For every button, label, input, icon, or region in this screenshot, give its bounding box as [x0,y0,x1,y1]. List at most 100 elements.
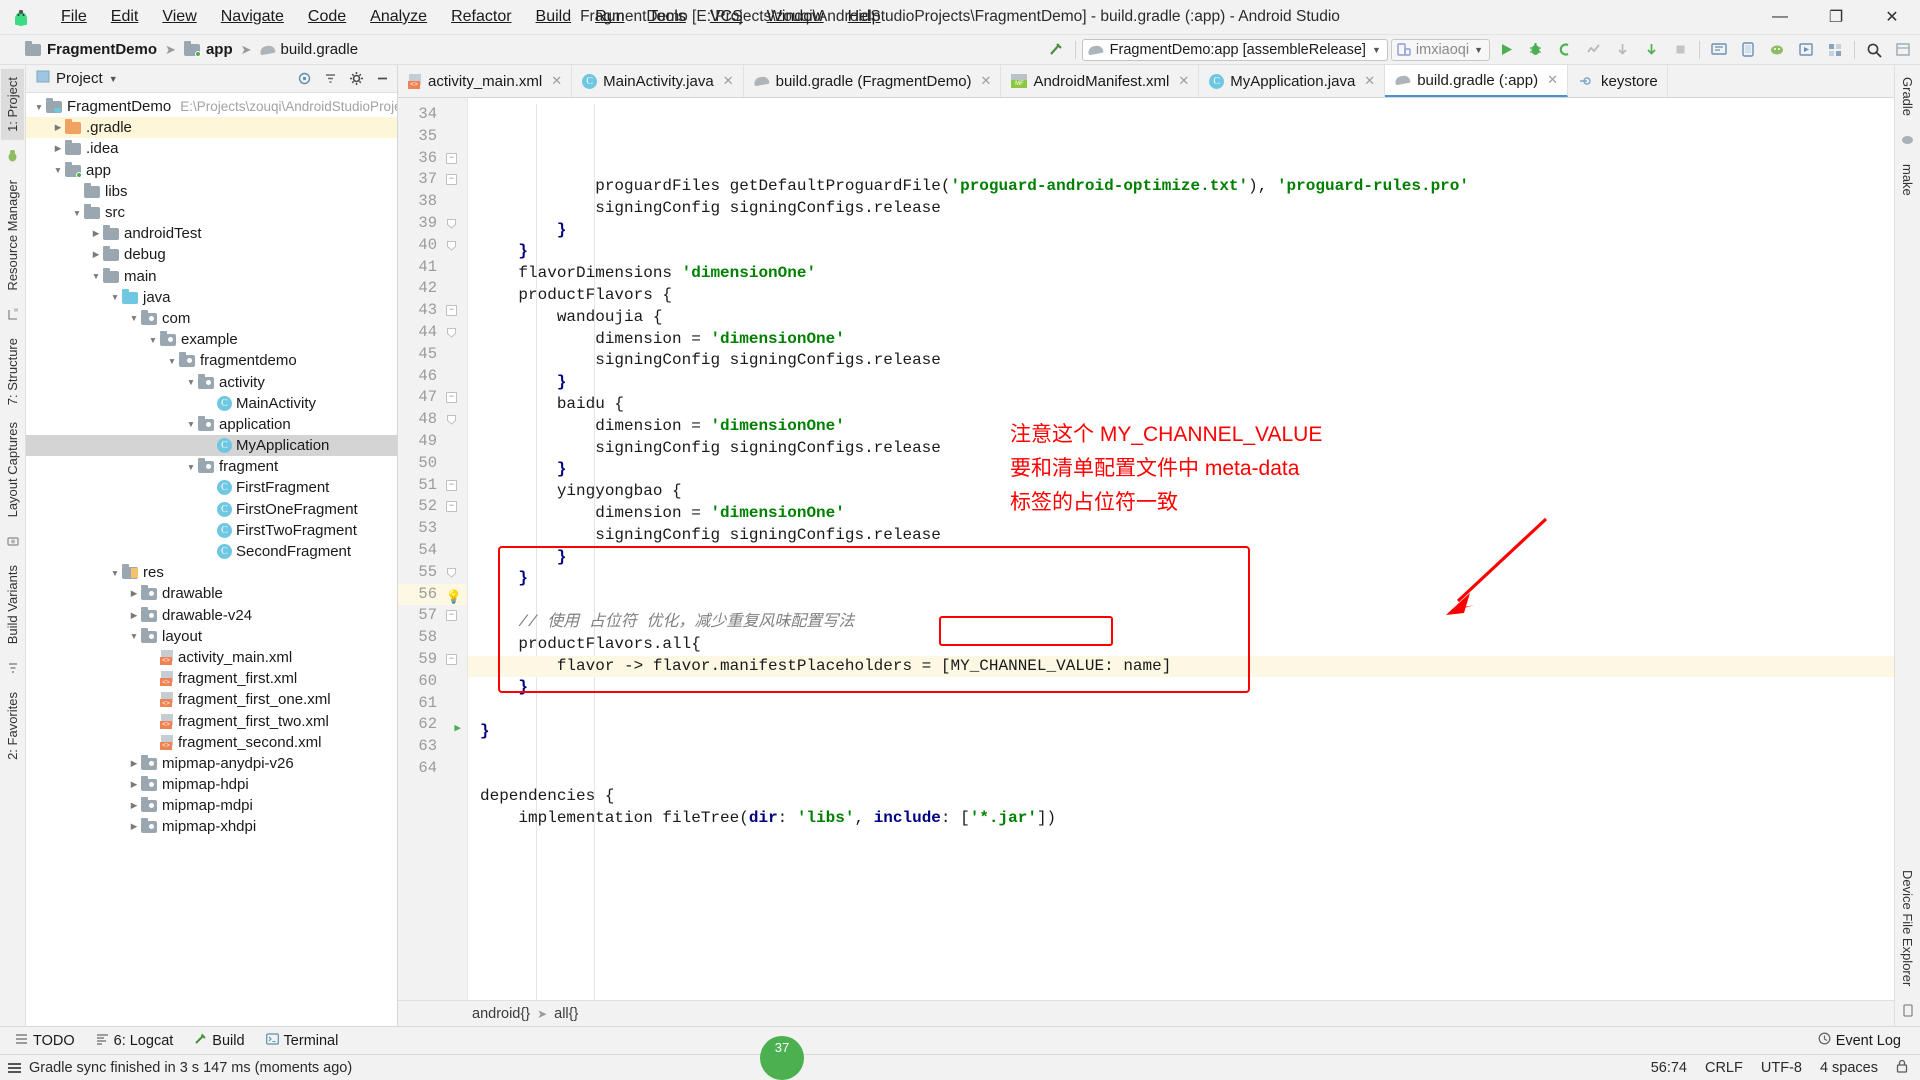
menu-window[interactable]: Window [756,5,835,29]
sync-gradle-icon[interactable] [1764,38,1790,62]
line-separator[interactable]: CRLF [1705,1060,1743,1076]
tree-node-layout[interactable]: ▼ layout [26,626,397,647]
tree-node-fragment-first-xml[interactable]: <> fragment_first.xml [26,668,397,689]
rail-tab-gradle[interactable]: Gradle [1896,69,1919,124]
menu-help[interactable]: Help [837,5,892,29]
lock-icon[interactable] [1896,1059,1908,1077]
tree-node-drawable-v24[interactable]: ▶ drawable-v24 [26,605,397,626]
tree-node--gradle[interactable]: ▶ .gradle [26,117,397,139]
tool-button-terminal[interactable]: Terminal [257,1030,348,1052]
chevron-right-icon[interactable]: ▶ [127,610,141,621]
hamburger-icon[interactable] [8,1062,21,1073]
rail-tab-make[interactable]: make [1896,156,1919,204]
line-number-42[interactable]: 42 [398,278,467,300]
tree-node-mipmap-anydpi-v26[interactable]: ▶ mipmap-anydpi-v26 [26,753,397,774]
code-line-35[interactable]: signingConfig signingConfigs.release [468,198,1894,220]
menu-navigate[interactable]: Navigate [210,5,295,29]
layout-inspector-icon[interactable] [1890,38,1916,62]
chevron-right-icon[interactable]: ▶ [89,249,103,260]
code-line-52[interactable]: } [468,568,1894,590]
menu-build[interactable]: Build [525,5,583,29]
tree-node-example[interactable]: ▼ example [26,329,397,350]
code-line-38[interactable]: flavorDimensions 'dimensionOne' [468,263,1894,285]
tree-node-fragment-first-two-xml[interactable]: <> fragment_first_two.xml [26,710,397,731]
line-number-56[interactable]: 56 💡 [398,583,467,606]
chevron-down-icon[interactable]: ▼ [89,271,103,281]
menu-bar[interactable]: File Edit View Navigate Code Analyze Ref… [50,5,892,29]
structure-crumb-all[interactable]: all{} [554,1006,578,1022]
fold-collapse-icon[interactable]: − [446,479,457,491]
line-number-61[interactable]: 61 [398,693,467,715]
code-line-56[interactable]: flavor -> flavor.manifestPlaceholders = … [468,655,1894,678]
avd-manager-icon[interactable] [1735,38,1761,62]
tree-node-libs[interactable]: libs [26,181,397,202]
tree-node-mainactivity[interactable]: C MainActivity [26,393,397,414]
rail-tab-project[interactable]: 1: Project [1,69,24,140]
line-number-59[interactable]: 59− [398,649,467,671]
breadcrumb-item-file[interactable]: build.gradle [257,40,362,59]
code-line-53[interactable] [468,590,1894,612]
structure-crumb-android[interactable]: android{} [472,1006,530,1022]
tree-node-fragment-second-xml[interactable]: <> fragment_second.xml [26,732,397,753]
editor-tab-build-gradle-fragmentdemo-[interactable]: build.gradle (FragmentDemo) ✕ [743,65,1002,97]
device-selector[interactable]: imxiaoqi ▼ [1390,38,1490,61]
menu-analyze[interactable]: Analyze [359,5,438,29]
fold-collapse-icon[interactable]: − [446,392,457,404]
chevron-right-icon[interactable]: ▶ [89,228,103,239]
tree-node-drawable[interactable]: ▶ drawable [26,583,397,604]
close-icon[interactable]: ✕ [551,73,562,89]
line-number-51[interactable]: 51− [398,475,467,497]
code-line-59[interactable]: } [468,721,1894,743]
stop-button[interactable] [1667,38,1693,62]
file-encoding[interactable]: UTF-8 [1761,1060,1802,1076]
tree-node-androidtest[interactable]: ▶ androidTest [26,223,397,244]
rail-tab-build-variants[interactable]: Build Variants [1,557,24,652]
locate-file-icon[interactable] [293,69,315,89]
code-line-37[interactable]: } [468,241,1894,263]
rail-tab-device-file-explorer[interactable]: Device File Explorer [1896,862,1919,994]
line-number-62[interactable]: 62 ▶ [398,714,467,736]
fold-region-icon[interactable] [446,414,457,425]
tree-node-myapplication[interactable]: C MyApplication [26,435,397,457]
tree-node--idea[interactable]: ▶ .idea [26,138,397,159]
editor-gutter[interactable]: 34 35 36−37−38 39 40 41 42 43−44 45 46 47−48 49 50 51… [398,98,468,1000]
fold-region-icon[interactable] [446,327,457,338]
tree-node-mipmap-xhdpi[interactable]: ▶ mipmap-xhdpi [26,816,397,837]
code-line-50[interactable]: signingConfig signingConfigs.release [468,525,1894,547]
tool-button-event-log[interactable]: Event Log [1809,1029,1910,1052]
chevron-right-icon[interactable]: ▶ [127,800,141,811]
tree-node-fragmentdemo[interactable]: ▼ fragmentdemo [26,350,397,371]
tree-node-firstonefragment[interactable]: C FirstOneFragment [26,499,397,520]
tree-node-application[interactable]: ▼ application [26,414,397,435]
line-number-43[interactable]: 43− [398,300,467,322]
tree-node-firstfragment[interactable]: C FirstFragment [26,477,397,498]
close-icon[interactable]: ✕ [1178,73,1189,89]
line-number-55[interactable]: 55 [398,562,467,584]
code-line-42[interactable]: signingConfig signingConfigs.release [468,350,1894,372]
chevron-down-icon[interactable]: ▼ [184,419,198,429]
close-icon[interactable]: ✕ [723,73,734,89]
project-panel-title-group[interactable]: Project ▼ [36,70,118,87]
attach-debugger-button[interactable] [1551,38,1577,62]
code-line-57[interactable]: } [468,677,1894,699]
project-tree[interactable]: ▼ FragmentDemo E:\Projects\zouqi\AndroidSt… [26,93,397,1026]
fold-collapse-icon[interactable]: − [446,152,457,164]
close-icon[interactable]: ✕ [1547,72,1558,88]
tree-node-fragmentdemo[interactable]: ▼ FragmentDemo E:\Projects\zouqi\AndroidSt… [26,96,397,117]
menu-view[interactable]: View [151,5,207,29]
chevron-down-icon[interactable]: ▼ [108,292,122,302]
maximize-button[interactable]: ❐ [1808,0,1864,35]
line-number-45[interactable]: 45 [398,344,467,366]
menu-code[interactable]: Code [297,5,357,29]
debug-button[interactable] [1522,38,1548,62]
chevron-right-icon[interactable]: ▶ [127,821,141,832]
fold-collapse-icon[interactable]: − [446,305,457,317]
close-icon[interactable]: ✕ [981,73,992,89]
chevron-down-icon[interactable]: ▼ [32,102,46,112]
avd-icon-2[interactable] [1793,38,1819,62]
indent-setting[interactable]: 4 spaces [1820,1060,1878,1076]
chevron-down-icon[interactable]: ▼ [165,356,179,366]
code-content[interactable]: proguardFiles getDefaultProguardFile('pr… [468,98,1894,1000]
code-line-61[interactable] [468,765,1894,787]
line-number-49[interactable]: 49 [398,431,467,453]
